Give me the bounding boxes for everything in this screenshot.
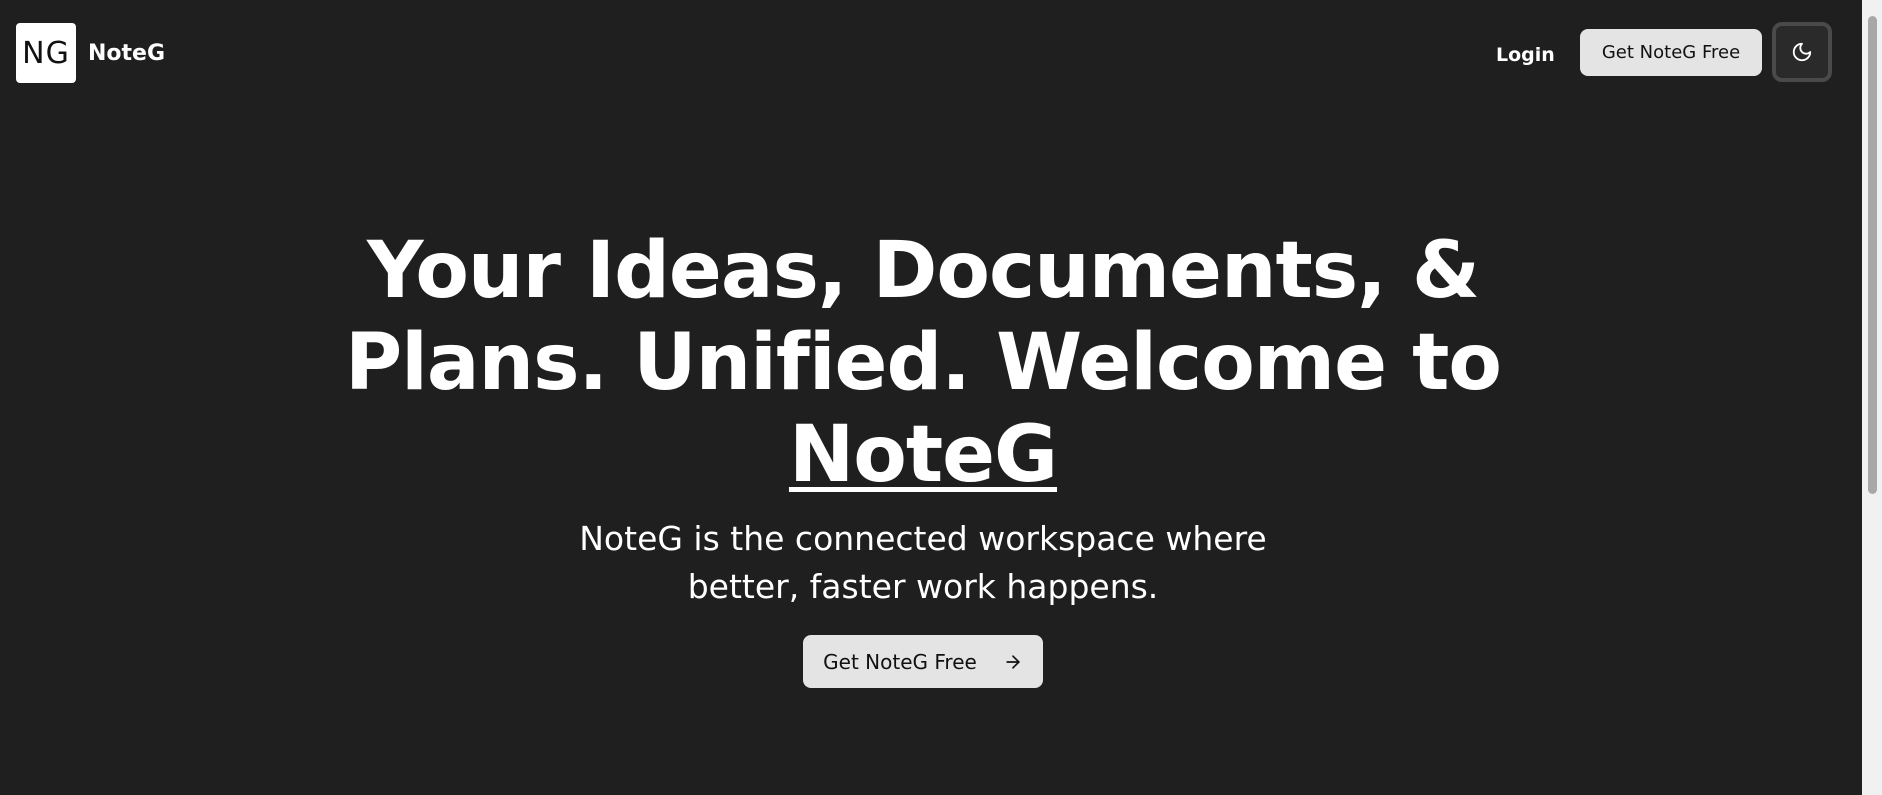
hero-subtitle-line1: NoteG is the connected workspace where	[579, 519, 1267, 558]
scrollbar-thumb[interactable]	[1868, 16, 1877, 494]
hero-title-brand: NoteG	[788, 410, 1058, 500]
hero-title-line2: Plans. Unified. Welcome to	[345, 318, 1502, 408]
theme-toggle-button[interactable]	[1772, 22, 1832, 82]
hero-subtitle-line2: better, faster work happens.	[687, 567, 1159, 606]
logo-mark: NG	[16, 23, 76, 83]
cta-label: Get NoteG Free	[823, 649, 977, 674]
brand-logo[interactable]: NG NoteG	[16, 23, 165, 83]
get-free-button-hero[interactable]: Get NoteG Free	[803, 635, 1043, 688]
brand-name: NoteG	[88, 40, 166, 66]
get-free-button-header[interactable]: Get NoteG Free	[1580, 29, 1762, 76]
site-header: NG NoteG Login Get NoteG Free	[0, 0, 1862, 106]
arrow-right-icon	[1006, 654, 1020, 669]
hero-title: Your Ideas, Documents, & Plans. Unified.…	[323, 225, 1523, 501]
login-link[interactable]: Login	[1480, 40, 1571, 70]
moon-icon	[1792, 42, 1812, 62]
landing-page: NG NoteG Login Get NoteG Free Your Ideas…	[0, 0, 1882, 795]
hero-title-line1: Your Ideas, Documents, &	[367, 226, 1480, 316]
page-scrollbar[interactable]	[1862, 0, 1882, 795]
hero-subtitle: NoteG is the connected workspace where b…	[573, 515, 1273, 611]
hero-section: Your Ideas, Documents, & Plans. Unified.…	[0, 225, 1846, 688]
